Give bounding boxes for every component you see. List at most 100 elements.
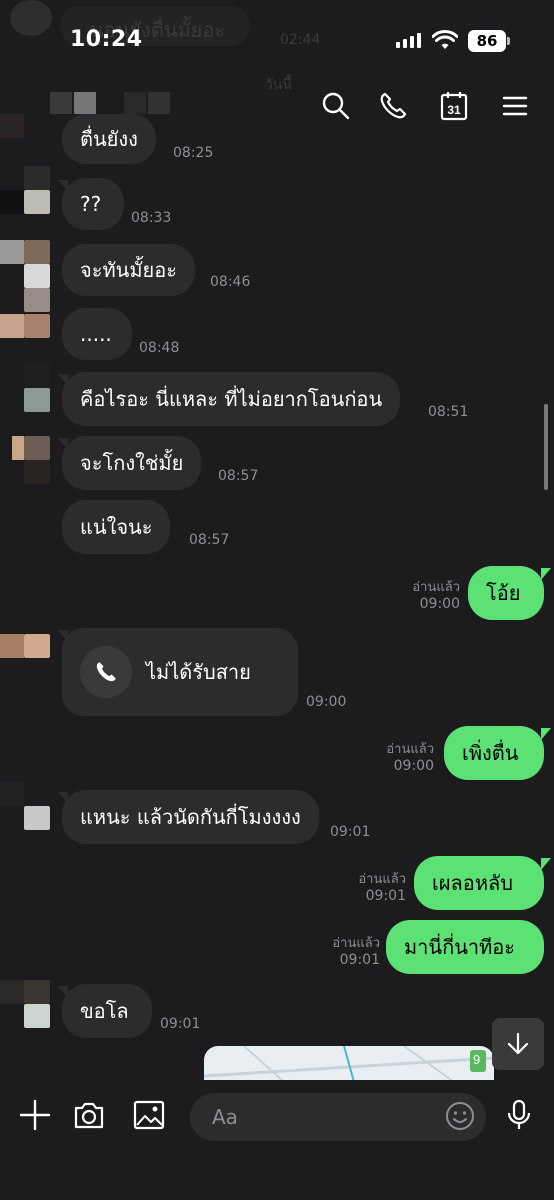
message-bubble-incoming[interactable]: คือไรอะ นี่แหละ ที่ไม่อยากโอนก่อน	[62, 372, 401, 426]
message-time: 09:01	[330, 824, 371, 840]
scroll-down-button[interactable]	[492, 1018, 544, 1070]
contact-name-pixelated	[50, 92, 72, 114]
message-time: 08:25	[173, 145, 214, 161]
message-time: 09:00	[393, 758, 434, 774]
message-bubble-outgoing[interactable]: เพิ่งตื่น	[444, 726, 544, 780]
contact-avatar	[24, 264, 50, 288]
message-bubble-incoming[interactable]: จะทันมั้ยอะ	[62, 244, 195, 296]
message-text: มานี่กี่นาทีอะ	[404, 935, 516, 959]
read-label: อ่านแล้ว	[332, 936, 380, 951]
contact-avatar	[24, 190, 50, 214]
emoji-icon[interactable]	[444, 1100, 476, 1132]
message-time: 08:33	[131, 210, 172, 226]
missed-call-label: ไม่ได้รับสาย	[132, 658, 265, 686]
message-text: แน่ใจนะ	[80, 515, 153, 539]
message-time: 09:01	[160, 1016, 201, 1032]
message-text: เผลอหลับ	[432, 871, 513, 895]
contact-avatar	[24, 314, 50, 338]
message-time: 08:57	[189, 532, 230, 548]
message-bubble-outgoing[interactable]: มานี่กี่นาทีอะ	[386, 920, 544, 974]
message-text: ตื่นยังง	[80, 127, 138, 151]
status-time: 10:24	[70, 27, 143, 52]
avatar-pixel	[0, 782, 24, 806]
read-receipt: อ่านแล้ว 09:01	[346, 872, 406, 904]
contact-avatar	[24, 388, 50, 412]
battery-indicator: 86	[468, 30, 510, 52]
avatar-pixel	[0, 980, 24, 1004]
contact-avatar	[24, 362, 50, 386]
camera-icon[interactable]	[72, 1098, 106, 1132]
contact-avatar	[24, 240, 50, 264]
read-label: อ่านแล้ว	[358, 872, 406, 887]
read-receipt: อ่านแล้ว 09:00	[374, 742, 434, 774]
phone-icon	[80, 646, 132, 698]
map-thumbnail[interactable]: 9	[204, 1046, 494, 1082]
message-text: เพิ่งตื่น	[462, 741, 519, 765]
message-bubble-incoming[interactable]: .....	[62, 308, 132, 360]
avatar-pixel	[12, 436, 24, 460]
status-bar: นอนยังตื่นมั้ยอะ 02:44 วันนี้ 10:24 86	[0, 0, 554, 93]
calendar-icon[interactable]: 31	[438, 90, 470, 122]
contact-avatar	[24, 436, 50, 460]
avatar-pixel	[0, 240, 24, 264]
contact-avatar	[24, 634, 50, 658]
message-time: 09:01	[339, 952, 380, 968]
map-badge: 9	[473, 1052, 481, 1067]
peek-time: 02:44	[280, 32, 321, 48]
image-icon[interactable]	[132, 1098, 166, 1132]
message-text: จะทันมั้ยอะ	[80, 258, 177, 282]
contact-avatar	[24, 288, 50, 312]
scrollbar[interactable]	[544, 404, 548, 490]
message-bubble-incoming[interactable]: ??	[62, 178, 124, 230]
message-text: ไม่ได้รับสาย	[146, 660, 251, 684]
message-text: ??	[80, 192, 102, 216]
cellular-signal-icon	[396, 33, 421, 48]
message-text: คือไรอะ นี่แหละ ที่ไม่อยากโอนก่อน	[80, 387, 383, 411]
message-text: .....	[80, 322, 112, 346]
message-time: 09:00	[419, 596, 460, 612]
bubble-tail	[541, 858, 551, 870]
message-text: โอ้ย	[486, 581, 521, 605]
message-bubble-incoming[interactable]: แหนะ แล้วนัดกันกี่โมงงงง	[62, 790, 319, 844]
read-label: อ่านแล้ว	[412, 580, 460, 595]
message-bubble-outgoing[interactable]: โอ้ย	[468, 566, 544, 620]
avatar-pixel	[0, 190, 24, 214]
message-bubble-incoming[interactable]: ตื่นยังง	[62, 114, 156, 164]
svg-text:31: 31	[447, 103, 461, 117]
contact-name-pixelated	[74, 92, 96, 114]
avatar-pixel	[0, 314, 24, 338]
bubble-tail	[541, 728, 551, 740]
contact-name-pixelated	[148, 92, 170, 114]
avatar-pixel	[0, 634, 24, 658]
message-text: แหนะ แล้วนัดกันกี่โมงงงง	[80, 805, 301, 829]
contact-avatar	[24, 806, 50, 830]
bubble-tail	[541, 568, 551, 580]
read-receipt: อ่านแล้ว 09:00	[400, 580, 460, 612]
contact-avatar	[24, 980, 50, 1004]
contact-name-pixelated	[124, 92, 146, 114]
message-bubble-outgoing[interactable]: เผลอหลับ	[414, 856, 544, 910]
message-bubble-incoming[interactable]: ขอโล	[62, 984, 152, 1038]
message-bubble-incoming[interactable]: จะโกงใช่มั้ย	[62, 436, 202, 490]
message-input-placeholder: Aa	[212, 1105, 238, 1129]
search-icon[interactable]	[320, 90, 352, 122]
read-receipt: อ่านแล้ว 09:01	[320, 936, 380, 968]
message-text: ขอโล	[80, 999, 129, 1023]
message-time: 08:57	[218, 468, 259, 484]
message-time: 09:00	[306, 694, 347, 710]
avatar-pixel	[0, 114, 24, 138]
wifi-icon	[432, 30, 458, 49]
message-bubble-incoming[interactable]: แน่ใจนะ	[62, 500, 171, 554]
message-time: 08:48	[139, 340, 180, 356]
plus-icon[interactable]	[18, 1098, 52, 1132]
contact-avatar	[24, 460, 50, 484]
contact-avatar	[24, 1004, 50, 1028]
menu-icon[interactable]	[499, 90, 531, 122]
read-label: อ่านแล้ว	[386, 742, 434, 757]
message-text: จะโกงใช่มั้ย	[80, 451, 184, 475]
mic-icon[interactable]	[502, 1098, 536, 1132]
phone-icon[interactable]	[377, 90, 409, 122]
peek-avatar	[10, 0, 52, 36]
message-time: 09:01	[365, 888, 406, 904]
message-time: 08:46	[210, 274, 251, 290]
